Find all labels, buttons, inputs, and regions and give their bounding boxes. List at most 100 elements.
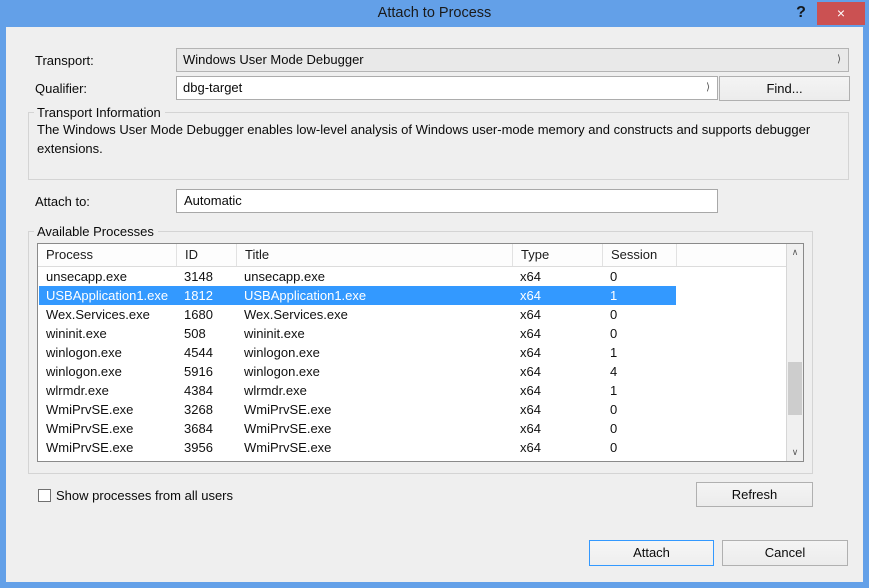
- scroll-down-icon[interactable]: ∨: [787, 444, 803, 461]
- qualifier-label: Qualifier:: [35, 81, 87, 96]
- cell-type: x64: [520, 286, 602, 305]
- cell-type: x64: [520, 343, 602, 362]
- qualifier-combo-value: dbg-target: [183, 80, 242, 95]
- table-row[interactable]: Wex.Services.exe 1680 Wex.Services.exe x64 0: [38, 305, 803, 324]
- cell-title: winlogon.exe: [244, 343, 512, 362]
- cell-id: 4384: [184, 381, 236, 400]
- process-list-scrollbar[interactable]: ∧ ∨: [786, 244, 803, 461]
- cell-id: 1680: [184, 305, 236, 324]
- cell-id: 4264: [184, 457, 236, 461]
- cell-session: 0: [610, 305, 676, 324]
- cell-title: Wex.Services.exe: [244, 305, 512, 324]
- process-list-rows: unsecapp.exe 3148 unsecapp.exe x64 0 USBAppli…: [38, 267, 803, 461]
- cell-session: 0: [610, 267, 676, 286]
- attach-button[interactable]: Attach: [589, 540, 714, 566]
- cell-session: 0: [610, 400, 676, 419]
- process-list[interactable]: Process ID Title Type Session unsecapp.e…: [37, 243, 804, 462]
- cell-session: 1: [610, 286, 676, 305]
- transport-information-text: The Windows User Mode Debugger enables l…: [37, 120, 837, 158]
- qualifier-combo[interactable]: dbg-target ⟩: [176, 76, 718, 100]
- cell-title: WmiPrvSE.exe: [244, 400, 512, 419]
- attach-to-field[interactable]: Automatic: [176, 189, 718, 213]
- cell-process: WmiPrvSE.exe: [46, 419, 176, 438]
- cell-id: 3268: [184, 400, 236, 419]
- cell-title: wininit.exe: [244, 324, 512, 343]
- show-all-users-checkbox[interactable]: Show processes from all users: [38, 488, 233, 503]
- cell-process: wlrmdr.exe: [46, 381, 176, 400]
- cell-process: WmiPrvSE.exe: [46, 457, 176, 461]
- cell-id: 3148: [184, 267, 236, 286]
- cell-type: x64: [520, 400, 602, 419]
- available-processes-title: Available Processes: [34, 224, 158, 239]
- table-row[interactable]: winlogon.exe 4544 winlogon.exe x64 1: [38, 343, 803, 362]
- cell-process: WmiPrvSE.exe: [46, 438, 176, 457]
- transport-label: Transport:: [35, 53, 94, 68]
- help-icon[interactable]: ?: [788, 0, 814, 26]
- column-header-type[interactable]: Type: [512, 244, 602, 266]
- cell-session: 1: [610, 343, 676, 362]
- column-header-filler: [676, 244, 787, 266]
- cell-id: 4544: [184, 343, 236, 362]
- cell-type: x64: [520, 381, 602, 400]
- cell-type: x64: [520, 267, 602, 286]
- column-header-process[interactable]: Process: [38, 244, 176, 266]
- cell-process: WmiPrvSE.exe: [46, 400, 176, 419]
- refresh-button[interactable]: Refresh: [696, 482, 813, 507]
- cell-process: wininit.exe: [46, 324, 176, 343]
- table-row[interactable]: WmiPrvSE.exe 4264 WmiPrvSE.exe x64 0: [38, 457, 803, 461]
- cell-title: USBApplication1.exe: [244, 286, 512, 305]
- cell-type: x64: [520, 419, 602, 438]
- dialog-client-area: Transport: Windows User Mode Debugger ⟩ …: [6, 27, 863, 582]
- table-row[interactable]: WmiPrvSE.exe 3956 WmiPrvSE.exe x64 0: [38, 438, 803, 457]
- cell-session: 4: [610, 362, 676, 381]
- cell-id: 508: [184, 324, 236, 343]
- scrollbar-thumb[interactable]: [788, 362, 802, 415]
- table-row[interactable]: winlogon.exe5916winlogon.exex644: [38, 362, 803, 381]
- attach-to-process-dialog: Attach to Process ? × Transport: Windows…: [0, 0, 869, 588]
- column-header-title[interactable]: Title: [236, 244, 512, 266]
- find-button[interactable]: Find...: [719, 76, 850, 101]
- transport-combo-value: Windows User Mode Debugger: [183, 52, 364, 67]
- cell-process: winlogon.exe: [46, 362, 176, 381]
- titlebar: Attach to Process ? ×: [0, 0, 869, 27]
- column-header-id[interactable]: ID: [176, 244, 236, 266]
- table-row[interactable]: WmiPrvSE.exe 3268 WmiPrvSE.exe x64 0: [38, 400, 803, 419]
- cell-type: x64: [520, 457, 602, 461]
- cell-type: x64: [520, 362, 602, 381]
- table-row[interactable]: USBApplication1.exe1812USBApplication1.e…: [38, 286, 803, 305]
- cell-type: x64: [520, 324, 602, 343]
- close-icon[interactable]: ×: [817, 2, 865, 25]
- cell-session: 1: [610, 381, 676, 400]
- cell-type: x64: [520, 305, 602, 324]
- cell-session: 0: [610, 438, 676, 457]
- window-title: Attach to Process: [0, 0, 869, 27]
- checkbox-box[interactable]: [38, 489, 51, 502]
- cell-title: WmiPrvSE.exe: [244, 457, 512, 461]
- cell-title: wlrmdr.exe: [244, 381, 512, 400]
- cell-process: unsecapp.exe: [46, 267, 176, 286]
- cell-session: 0: [610, 419, 676, 438]
- chevron-down-icon: ⟩: [837, 49, 841, 71]
- cell-id: 3684: [184, 419, 236, 438]
- chevron-down-icon: ⟩: [706, 77, 710, 99]
- table-row[interactable]: wininit.exe508wininit.exex640: [38, 324, 803, 343]
- cell-title: winlogon.exe: [244, 362, 512, 381]
- cell-process: winlogon.exe: [46, 343, 176, 362]
- cell-title: WmiPrvSE.exe: [244, 438, 512, 457]
- process-list-header: Process ID Title Type Session: [38, 244, 803, 267]
- transport-combo[interactable]: Windows User Mode Debugger ⟩: [176, 48, 849, 72]
- cancel-button[interactable]: Cancel: [722, 540, 848, 566]
- cell-type: x64: [520, 438, 602, 457]
- cell-id: 3956: [184, 438, 236, 457]
- column-header-session[interactable]: Session: [602, 244, 676, 266]
- table-row[interactable]: unsecapp.exe 3148 unsecapp.exe x64 0: [38, 267, 803, 286]
- cell-process: Wex.Services.exe: [46, 305, 176, 324]
- scroll-up-icon[interactable]: ∧: [787, 244, 803, 261]
- table-row[interactable]: WmiPrvSE.exe3684WmiPrvSE.exex640: [38, 419, 803, 438]
- transport-information-title: Transport Information: [34, 105, 165, 120]
- cell-process: USBApplication1.exe: [46, 286, 176, 305]
- show-all-users-label: Show processes from all users: [56, 488, 233, 503]
- table-row[interactable]: wlrmdr.exe 4384 wlrmdr.exe x64 1: [38, 381, 803, 400]
- cell-title: unsecapp.exe: [244, 267, 512, 286]
- cell-session: 0: [610, 457, 676, 461]
